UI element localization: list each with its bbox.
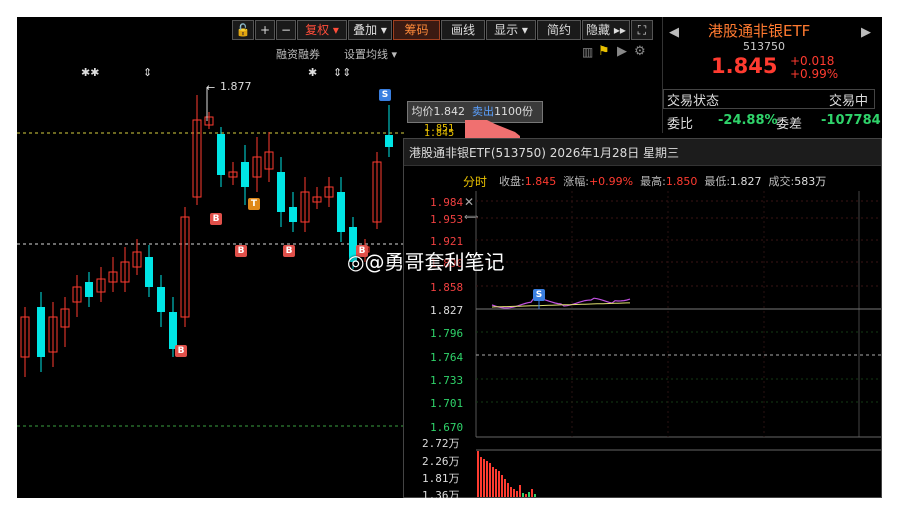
candle-body	[289, 207, 297, 222]
play-icon[interactable]: ▶	[617, 44, 627, 59]
candle-body	[37, 307, 45, 357]
weibi-label: 委比	[667, 117, 694, 132]
volume-bar	[495, 469, 497, 497]
volume-bar	[516, 491, 518, 497]
volume-label: 1.36万	[422, 489, 460, 498]
xianshi-dropdown[interactable]: 显示 ▾	[486, 20, 536, 40]
volume-bar	[522, 493, 524, 497]
candle-body	[85, 282, 93, 297]
weibo-icon: ◎	[347, 250, 365, 274]
volume-bar	[486, 461, 488, 497]
buy-marker[interactable]: B	[283, 245, 295, 257]
intraday-chart[interactable]	[404, 139, 881, 497]
volume-bar	[489, 463, 491, 497]
high-arrow: ←	[206, 81, 215, 94]
price-change: +0.018	[790, 54, 835, 68]
volume-bar	[528, 492, 530, 497]
candle-body	[217, 134, 225, 175]
huaxian-button[interactable]: 画线	[441, 20, 485, 40]
volume-bar	[501, 475, 503, 497]
stock-code: 513750	[743, 40, 785, 53]
volume-label: 2.72万	[422, 437, 460, 450]
watermark: ◎@勇哥套利笔记	[347, 246, 504, 275]
quote-panel: ◀ ▶ 港股通非银ETF 513750 1.845 +0.018 +0.99% …	[662, 17, 882, 133]
sell-marker[interactable]: S	[533, 289, 545, 301]
volume-bar	[513, 489, 515, 497]
t-marker[interactable]: T	[248, 198, 260, 210]
candle-body	[145, 257, 153, 287]
status-value: 交易中	[829, 94, 869, 109]
volume-bar	[507, 483, 509, 497]
next-stock-icon[interactable]: ▶	[861, 25, 871, 40]
volume-bar	[492, 467, 494, 497]
candle-body	[385, 135, 393, 147]
stock-name: 港股通非银ETF	[708, 22, 811, 40]
volume-label: 2.26万	[422, 455, 460, 468]
candle-body	[157, 287, 165, 312]
buy-marker[interactable]: B	[175, 345, 187, 357]
high-price-label: 1.877	[220, 80, 252, 93]
intraday-popup[interactable]: 港股通非银ETF(513750) 2026年1月28日 星期三 分时 收盘:1.…	[403, 138, 882, 498]
volume-bar	[531, 489, 533, 497]
weicha-value: -107784	[821, 113, 881, 128]
yincang-button[interactable]: 隐藏 ▸▸	[582, 20, 630, 40]
trading-app: 🔓 + − 复权 ▾ 叠加 ▾ 筹码 画线 显示 ▾ 简约 隐藏 ▸▸ ⛶ 融资…	[17, 17, 882, 498]
volume-bar	[525, 494, 527, 497]
volume-bar	[510, 487, 512, 497]
candle-body	[169, 312, 177, 349]
gear-icon[interactable]: ⚙	[634, 44, 646, 59]
volume-bar	[480, 457, 482, 497]
buy-marker[interactable]: B	[235, 245, 247, 257]
prev-stock-icon[interactable]: ◀	[669, 25, 679, 40]
candle-body	[241, 162, 249, 187]
candle-body	[337, 192, 345, 232]
volume-bar	[498, 471, 500, 497]
volume-bar	[477, 451, 479, 497]
candle-body	[277, 172, 285, 212]
weicha-label: 委差	[776, 117, 803, 132]
sell-marker[interactable]: S	[379, 89, 391, 101]
last-price: 1.845	[711, 54, 778, 78]
flag-icon[interactable]: ⚑	[598, 44, 610, 59]
volume-bar	[519, 485, 521, 497]
volume-bar	[534, 494, 536, 497]
status-label: 交易状态	[667, 94, 720, 109]
fullscreen-icon[interactable]: ⛶	[631, 20, 653, 40]
avg-label: 均价	[411, 105, 434, 118]
volume-bar	[504, 479, 506, 497]
watermark-text: @勇哥套利笔记	[364, 250, 505, 274]
avg-value: 1.842	[433, 105, 466, 118]
price-change-pct: +0.99%	[790, 67, 839, 81]
volume-label: 1.81万	[422, 472, 460, 485]
jianyue-button[interactable]: 简约	[537, 20, 581, 40]
weibi-value: -24.88%	[718, 113, 778, 128]
volume-bar	[483, 459, 485, 497]
buy-marker[interactable]: B	[210, 213, 222, 225]
chip-distribution	[465, 120, 520, 142]
bar-chart-icon[interactable]: ▥	[582, 45, 593, 59]
